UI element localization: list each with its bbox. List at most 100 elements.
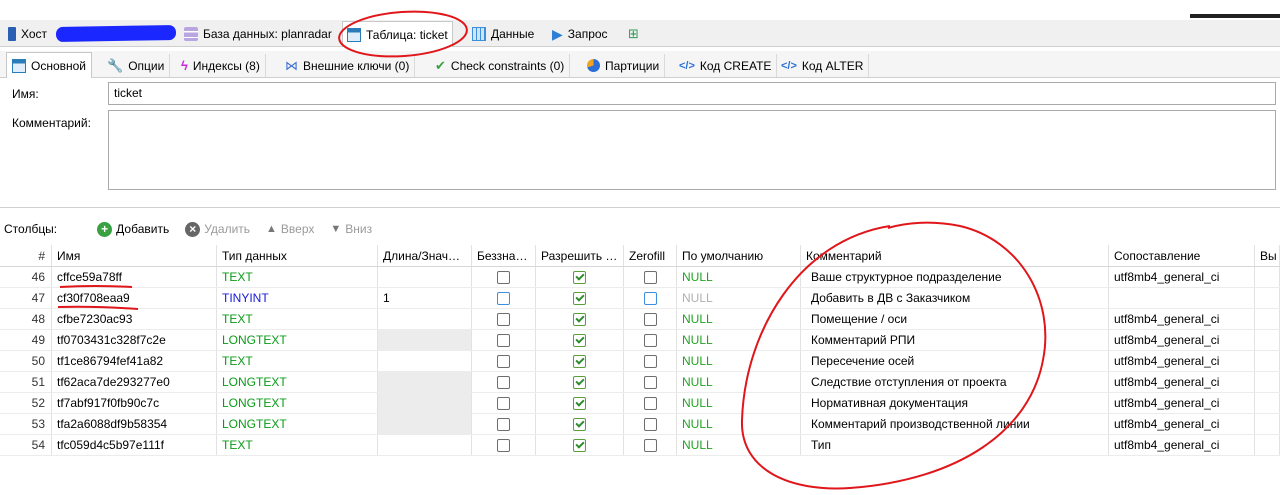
zerofill-cell[interactable]: [624, 393, 677, 413]
allow-null-checkbox[interactable]: [573, 291, 586, 305]
zerofill-checkbox[interactable]: [643, 375, 657, 389]
virtual-cell[interactable]: [1255, 309, 1280, 329]
column-comment-cell[interactable]: Пересечение осей: [801, 351, 1109, 371]
column-comment-cell[interactable]: Тип: [801, 435, 1109, 455]
unsigned-checkbox[interactable]: [497, 291, 510, 305]
unsigned-checkbox[interactable]: [497, 270, 510, 284]
allow-null-cell[interactable]: [536, 288, 624, 308]
length-cell[interactable]: [378, 309, 472, 329]
length-cell[interactable]: [378, 435, 472, 455]
default-value-cell[interactable]: NULL: [677, 435, 801, 455]
allow-null-cell[interactable]: [536, 309, 624, 329]
virtual-cell[interactable]: [1255, 372, 1280, 392]
unsigned-checkbox[interactable]: [497, 333, 510, 347]
table-row[interactable]: 50 tf1ce86794fef41a82 TEXT NULL Пересечение …: [0, 351, 1280, 372]
allow-null-checkbox[interactable]: [573, 375, 586, 389]
allow-null-checkbox[interactable]: [573, 333, 586, 347]
row-number[interactable]: 53: [0, 414, 52, 434]
table-row[interactable]: 47 cf30f708eaa9 TINYINT 1 NULL Добавить в ДВ …: [0, 288, 1280, 309]
tab-table[interactable]: Таблица: ticket: [342, 21, 453, 47]
default-value-cell[interactable]: NULL: [677, 351, 801, 371]
default-value-cell[interactable]: NULL: [677, 288, 801, 308]
length-cell[interactable]: [378, 267, 472, 287]
collation-cell[interactable]: utf8mb4_general_ci: [1109, 372, 1255, 392]
collation-cell[interactable]: utf8mb4_general_ci: [1109, 414, 1255, 434]
collation-cell[interactable]: [1109, 288, 1255, 308]
zerofill-cell[interactable]: [624, 435, 677, 455]
table-row[interactable]: 49 tf0703431c328f7c2e LONGTEXT NULL Коммента…: [0, 330, 1280, 351]
header-comment[interactable]: Комментарий: [801, 245, 1109, 266]
column-name-cell[interactable]: tfa2a6088df9b58354: [52, 414, 217, 434]
allow-null-cell[interactable]: [536, 393, 624, 413]
header-virtual[interactable]: Вы: [1255, 245, 1280, 266]
column-comment-cell[interactable]: Помещение / оси: [801, 309, 1109, 329]
header-unsigned[interactable]: Беззна…: [472, 245, 536, 266]
unsigned-cell[interactable]: [472, 393, 536, 413]
unsigned-checkbox[interactable]: [497, 354, 510, 368]
zerofill-cell[interactable]: [624, 414, 677, 434]
virtual-cell[interactable]: [1255, 330, 1280, 350]
allow-null-checkbox[interactable]: [573, 396, 586, 410]
allow-null-cell[interactable]: [536, 351, 624, 371]
row-number[interactable]: 51: [0, 372, 52, 392]
data-type-cell[interactable]: TEXT: [217, 309, 378, 329]
virtual-cell[interactable]: [1255, 414, 1280, 434]
tab-data[interactable]: Данные: [468, 22, 538, 46]
allow-null-checkbox[interactable]: [573, 417, 586, 431]
data-type-cell[interactable]: TEXT: [217, 351, 378, 371]
unsigned-checkbox[interactable]: [497, 375, 510, 389]
default-value-cell[interactable]: NULL: [677, 393, 801, 413]
tab-query[interactable]: ▶ Запрос: [548, 22, 612, 46]
zerofill-checkbox[interactable]: [643, 291, 657, 305]
zerofill-checkbox[interactable]: [643, 270, 657, 284]
zerofill-checkbox[interactable]: [643, 333, 657, 347]
header-number[interactable]: #: [0, 245, 52, 266]
tab-partitions[interactable]: Партиции: [582, 54, 666, 77]
length-cell[interactable]: [378, 372, 472, 392]
header-name[interactable]: Имя: [52, 245, 217, 266]
table-row[interactable]: 52 tf7abf917f0fb90c7c LONGTEXT NULL Норматив…: [0, 393, 1280, 414]
data-type-cell[interactable]: LONGTEXT: [217, 414, 378, 434]
column-comment-cell[interactable]: Комментарий производственной линии: [801, 414, 1109, 434]
table-name-input[interactable]: ticket: [108, 82, 1276, 105]
table-row[interactable]: 46 cffce59a78ff TEXT NULL Ваше структурное п…: [0, 267, 1280, 288]
length-cell[interactable]: 1: [378, 288, 472, 308]
unsigned-cell[interactable]: [472, 288, 536, 308]
data-type-cell[interactable]: LONGTEXT: [217, 372, 378, 392]
column-comment-cell[interactable]: Нормативная документация: [801, 393, 1109, 413]
table-comment-input[interactable]: [108, 110, 1276, 190]
virtual-cell[interactable]: [1255, 288, 1280, 308]
allow-null-cell[interactable]: [536, 372, 624, 392]
header-type[interactable]: Тип данных: [217, 245, 378, 266]
column-comment-cell[interactable]: Ваше структурное подразделение: [801, 267, 1109, 287]
length-cell[interactable]: [378, 330, 472, 350]
row-number[interactable]: 52: [0, 393, 52, 413]
move-up-button[interactable]: ▲ Вверх: [266, 222, 314, 236]
row-number[interactable]: 54: [0, 435, 52, 455]
unsigned-checkbox[interactable]: [497, 438, 510, 452]
row-number[interactable]: 46: [0, 267, 52, 287]
table-row[interactable]: 51 tf62aca7de293277e0 LONGTEXT NULL Следстви…: [0, 372, 1280, 393]
allow-null-checkbox[interactable]: [573, 354, 586, 368]
default-value-cell[interactable]: NULL: [677, 267, 801, 287]
tab-check-constraints[interactable]: ✔ Check constraints (0): [430, 54, 571, 77]
tab-code-create[interactable]: </> Код CREATE: [674, 54, 778, 77]
header-collation[interactable]: Сопоставление: [1109, 245, 1255, 266]
zerofill-cell[interactable]: [624, 330, 677, 350]
tab-foreign-keys[interactable]: ⋈ Внешние ключи (0): [280, 54, 416, 77]
header-length[interactable]: Длина/Знач…: [378, 245, 472, 266]
allow-null-cell[interactable]: [536, 435, 624, 455]
collation-cell[interactable]: utf8mb4_general_ci: [1109, 435, 1255, 455]
zerofill-cell[interactable]: [624, 309, 677, 329]
column-name-cell[interactable]: cffce59a78ff: [52, 267, 217, 287]
tab-database[interactable]: База данных: planradar: [180, 22, 336, 46]
row-number[interactable]: 48: [0, 309, 52, 329]
tab-basic[interactable]: Основной: [6, 52, 93, 78]
header-zerofill[interactable]: Zerofill: [624, 245, 677, 266]
column-name-cell[interactable]: tfc059d4c5b97e111f: [52, 435, 217, 455]
data-type-cell[interactable]: TINYINT: [217, 288, 378, 308]
tab-host[interactable]: Хост: [4, 22, 51, 46]
unsigned-checkbox[interactable]: [497, 417, 510, 431]
unsigned-checkbox[interactable]: [497, 312, 510, 326]
default-value-cell[interactable]: NULL: [677, 372, 801, 392]
